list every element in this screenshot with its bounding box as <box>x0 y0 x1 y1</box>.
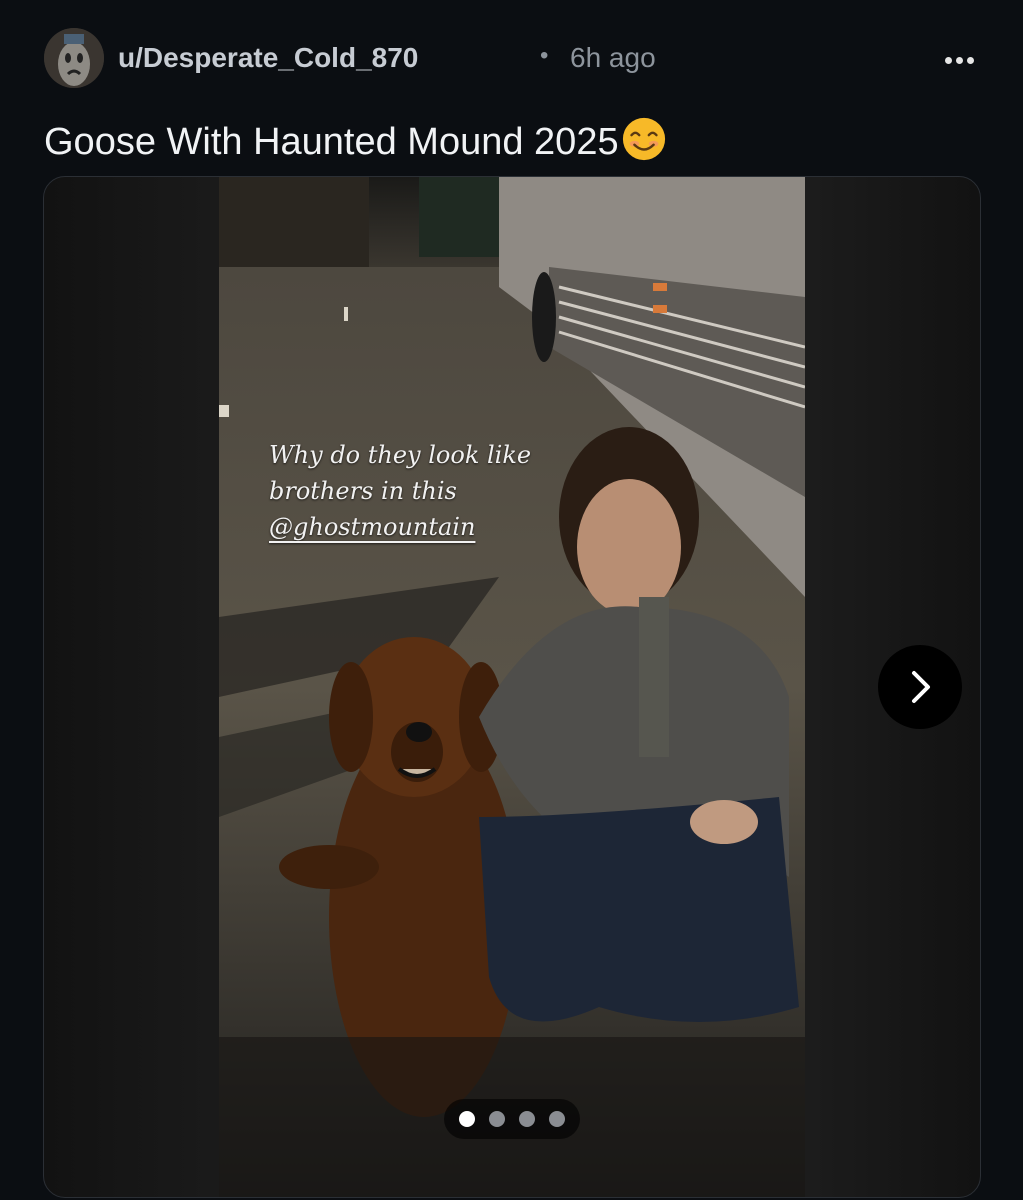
caption-line-2: brothers in this <box>269 477 457 505</box>
gallery-photo: Why do they look like brothers in this @… <box>219 177 805 1197</box>
post-title[interactable]: Goose With Haunted Mound 2025 <box>44 116 667 164</box>
more-horizontal-icon <box>944 56 952 64</box>
post-timestamp: 6h ago <box>570 42 656 73</box>
page-dot-2[interactable] <box>489 1111 505 1127</box>
story-caption-overlay: Why do they look like brothers in this @… <box>269 437 531 545</box>
photo-scene <box>219 177 805 1197</box>
meta-separator: • <box>540 42 549 69</box>
post-header: u/Desperate_Cold_870 • 6h ago <box>44 28 984 92</box>
smiling-face-emoji-icon <box>622 117 665 161</box>
page-dot-4[interactable] <box>549 1111 565 1127</box>
next-image-button[interactable] <box>878 645 962 729</box>
more-horizontal-icon-dot <box>966 56 974 64</box>
chevron-right-icon <box>912 671 930 703</box>
avatar[interactable] <box>44 28 104 88</box>
caption-line-1: Why do they look like <box>269 441 532 469</box>
mention-tag[interactable]: @ghostmountain <box>269 509 531 545</box>
post-title-text: Goose With Haunted Mound 2025 <box>44 121 619 163</box>
media-gallery[interactable]: Why do they look like brothers in this @… <box>43 176 981 1198</box>
page-dot-1[interactable] <box>459 1111 475 1127</box>
page-dot-3[interactable] <box>519 1111 535 1127</box>
more-options-button[interactable] <box>934 40 984 80</box>
gallery-page-indicator <box>444 1099 580 1139</box>
username-link[interactable]: u/Desperate_Cold_870 <box>118 42 418 74</box>
more-horizontal-icon-dot <box>955 56 963 64</box>
avatar-icon <box>44 28 104 88</box>
